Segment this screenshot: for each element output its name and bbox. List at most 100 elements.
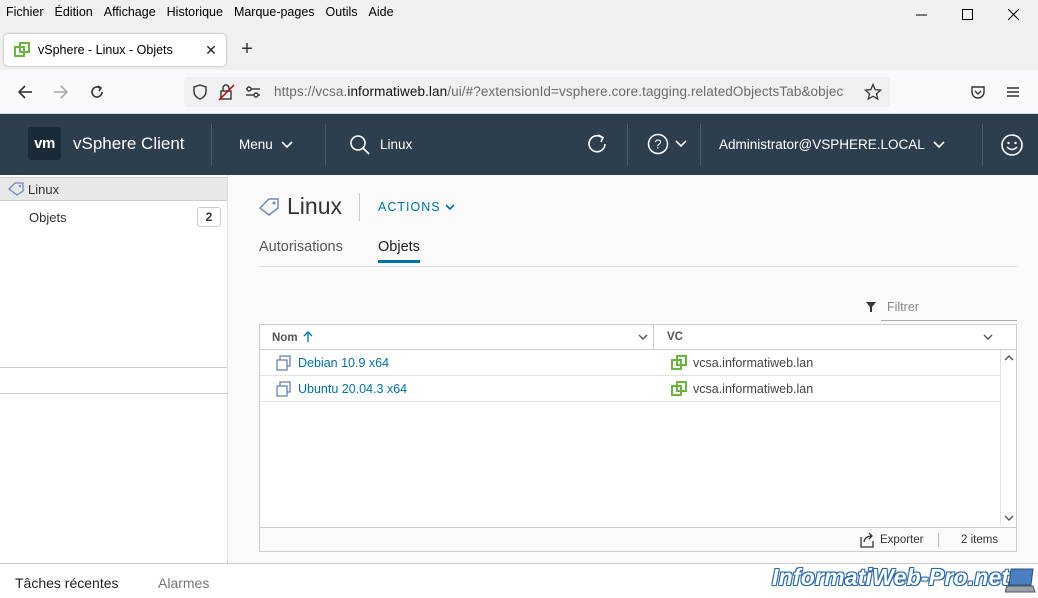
vsphere-favicon-icon [14, 42, 30, 57]
table-row[interactable]: Ubuntu 20.04.3 x64 vcsa.informatiweb.lan [260, 376, 1000, 402]
close-icon [1007, 8, 1019, 20]
tab-autorisations[interactable]: Autorisations [259, 239, 343, 255]
arrow-left-icon [17, 85, 32, 99]
search-icon[interactable] [349, 134, 371, 156]
column-header-nom[interactable]: Nom [260, 325, 654, 349]
lock-icon[interactable] [218, 83, 236, 101]
grid-footer: Exporter 2 items [260, 527, 1016, 551]
menu-historique[interactable]: Historique [167, 5, 223, 19]
chevron-up-icon[interactable] [1004, 354, 1014, 361]
menu-dropdown[interactable]: Menu [239, 137, 293, 152]
header-divider [211, 124, 212, 165]
tag-icon [259, 198, 279, 216]
column-header-vc[interactable]: VC [655, 325, 1016, 349]
menu-fichier[interactable]: Fichier [6, 5, 44, 19]
divider [0, 367, 227, 368]
objects-count-badge: 2 [197, 207, 221, 227]
menu-bar: Fichier Édition Affichage Historique Mar… [0, 0, 1038, 24]
vmware-logo[interactable]: vm [28, 127, 61, 160]
navigator-selected-label: Linux [28, 181, 60, 197]
url-text[interactable]: https://vcsa.informatiweb.lan/ui/#?exten… [274, 84, 844, 99]
global-search-input[interactable]: Linux [380, 137, 412, 152]
navigation-bar: https://vcsa.informatiweb.lan/ui/#?exten… [0, 70, 1038, 114]
navigator-selected-tag[interactable]: Linux [0, 177, 227, 201]
grid-scrollbar[interactable] [1000, 350, 1016, 526]
menu-edition[interactable]: Édition [55, 5, 93, 19]
user-name: Administrator@VSPHERE.LOCAL [719, 137, 925, 152]
maximize-icon [961, 8, 973, 20]
page-title: Linux [287, 193, 342, 219]
smiley-feedback-icon[interactable] [1000, 133, 1024, 157]
sidebar-item-label: Objets [29, 209, 67, 225]
menu-affichage[interactable]: Affichage [104, 5, 156, 19]
menu-aide[interactable]: Aide [369, 5, 394, 19]
vcenter-icon [671, 380, 687, 396]
menu-label: Menu [239, 137, 273, 152]
product-name[interactable]: vSphere Client [73, 134, 185, 154]
vm-icon [276, 354, 291, 371]
table-row[interactable]: Debian 10.9 x64 vcsa.informatiweb.lan [260, 350, 1000, 376]
header-divider [700, 124, 701, 165]
divider [0, 393, 227, 394]
content-tabs: Autorisations Objets [259, 239, 1017, 267]
laptop-icon [1005, 568, 1036, 593]
help-dropdown[interactable]: ? [647, 133, 687, 155]
vc-name: vcsa.informatiweb.lan [693, 381, 814, 396]
shield-icon[interactable] [192, 84, 208, 100]
chevron-down-icon [445, 204, 455, 211]
main-content: Linux ACTIONS Autorisations Objets Filtr… [229, 175, 1038, 563]
help-icon: ? [647, 133, 669, 155]
app-menu-button[interactable] [1001, 80, 1025, 104]
chevron-down-icon[interactable] [638, 334, 648, 341]
menu-marque-pages[interactable]: Marque-pages [234, 5, 315, 19]
tab-close-icon[interactable]: ✕ [200, 42, 222, 59]
vsphere-header: vm vSphere Client Menu Linux ? Administr… [0, 114, 1038, 175]
permissions-icon[interactable] [244, 84, 262, 100]
chevron-down-icon [933, 140, 945, 148]
export-label: Exporter [880, 534, 924, 546]
reload-icon [91, 85, 103, 98]
filter-input[interactable]: Filtrer [881, 295, 1017, 321]
chevron-down-icon [675, 140, 687, 148]
vc-name: vcsa.informatiweb.lan [693, 355, 814, 370]
chevron-down-icon[interactable] [983, 334, 993, 341]
vm-link[interactable]: Ubuntu 20.04.3 x64 [298, 382, 407, 396]
tab-objets[interactable]: Objets [378, 239, 420, 263]
footer-divider [938, 533, 939, 547]
svg-text:?: ? [654, 137, 661, 152]
actions-dropdown[interactable]: ACTIONS [378, 200, 455, 214]
actions-label: ACTIONS [378, 200, 441, 214]
vm-icon [276, 380, 291, 397]
vc-cell: vcsa.informatiweb.lan [671, 376, 813, 401]
minimize-icon [915, 14, 927, 15]
tab-title: vSphere - Linux - Objets [38, 43, 173, 57]
export-button[interactable]: Exporter [858, 532, 923, 548]
chevron-down-icon [281, 140, 293, 148]
forward-button[interactable] [49, 80, 73, 104]
refresh-icon[interactable] [585, 132, 609, 156]
chevron-down-icon[interactable] [1004, 515, 1014, 522]
header-divider [982, 124, 983, 165]
bookmark-star-icon[interactable] [864, 83, 882, 101]
filter-icon [866, 302, 876, 312]
menu-outils[interactable]: Outils [326, 5, 358, 19]
tab-recent-tasks[interactable]: Tâches récentes [15, 575, 119, 591]
url-bar[interactable]: https://vcsa.informatiweb.lan/ui/#?exten… [184, 77, 890, 107]
back-button[interactable] [13, 80, 37, 104]
reload-button[interactable] [85, 80, 109, 104]
tab-alarms[interactable]: Alarmes [158, 575, 209, 591]
pocket-button[interactable] [966, 80, 990, 104]
user-menu[interactable]: Administrator@VSPHERE.LOCAL [719, 137, 945, 152]
vm-link[interactable]: Debian 10.9 x64 [298, 356, 389, 370]
vm-name-cell: Ubuntu 20.04.3 x64 [276, 376, 407, 401]
export-icon [860, 532, 874, 548]
new-tab-button[interactable]: + [236, 39, 258, 61]
grid-header: Nom VC [260, 325, 1016, 350]
sidebar-item-objets[interactable]: Objets [0, 205, 227, 229]
navigator-panel: Linux Objets 2 [0, 175, 228, 563]
tag-icon [8, 182, 24, 196]
pocket-icon [971, 86, 985, 99]
sort-ascending-icon [303, 331, 313, 342]
header-divider [325, 124, 326, 165]
browser-tab[interactable]: vSphere - Linux - Objets ✕ [4, 34, 226, 66]
